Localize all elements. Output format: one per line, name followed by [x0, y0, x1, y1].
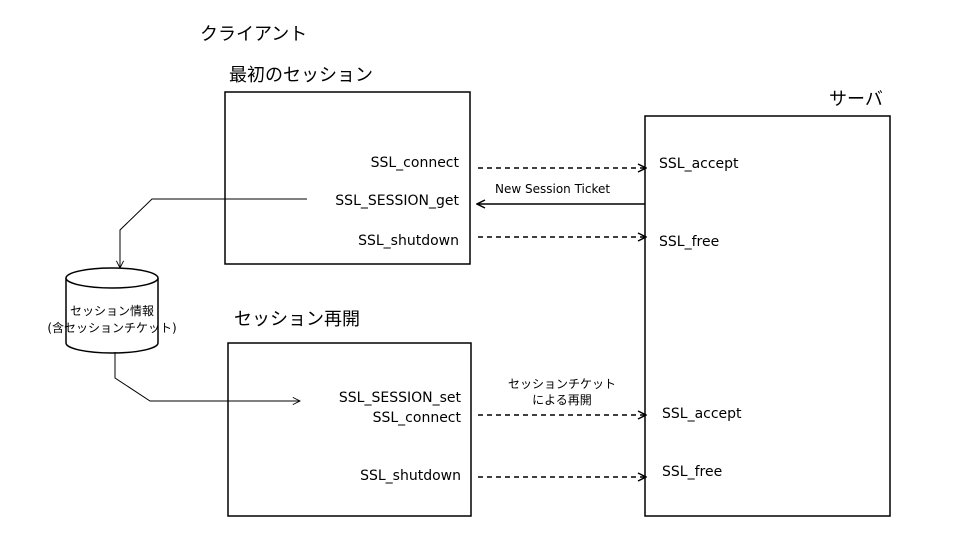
- call-ssl-session-set: SSL_SESSION_set: [338, 390, 461, 406]
- connector-get-to-storage: [120, 198, 307, 268]
- storage-label-line2: (含セッションチケット): [47, 321, 177, 335]
- resumed-session-title: セッション再開: [234, 309, 360, 330]
- call-ssl-shutdown-1: SSL_shutdown: [358, 233, 459, 249]
- connector-storage-to-set: [114, 352, 300, 401]
- server-box: [644, 115, 891, 517]
- diagram-canvas: [65, 91, 891, 517]
- label-resume-line2: による再開: [532, 393, 592, 407]
- server-call-ssl-free-1: SSL_free: [659, 234, 720, 250]
- call-ssl-connect-1: SSL_connect: [370, 155, 459, 171]
- client-title: クライアント: [200, 24, 308, 45]
- first-session-title: 最初のセッション: [229, 65, 373, 86]
- server-call-ssl-accept-1: SSL_accept: [659, 156, 739, 172]
- server-call-ssl-accept-2: SSL_accept: [662, 406, 742, 422]
- server-call-ssl-free-2: SSL_free: [662, 464, 723, 480]
- call-ssl-session-get: SSL_SESSION_get: [335, 193, 459, 209]
- label-new-session-ticket: New Session Ticket: [495, 182, 611, 196]
- storage-label-line1: セッション情報: [69, 304, 154, 318]
- label-resume-line1: セッションチケット: [507, 377, 616, 391]
- call-ssl-shutdown-2: SSL_shutdown: [360, 468, 461, 484]
- resumed-session-box: [227, 342, 472, 517]
- server-title: サーバ: [829, 89, 883, 110]
- call-ssl-connect-2: SSL_connect: [372, 410, 461, 426]
